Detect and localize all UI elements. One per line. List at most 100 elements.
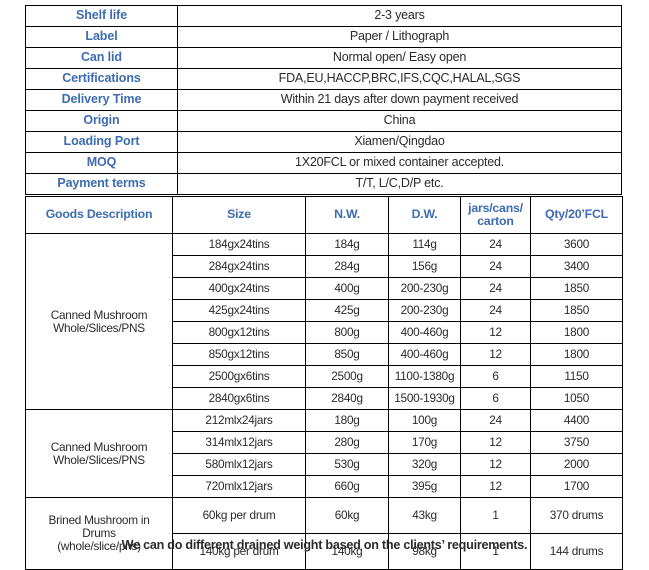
cell-nw: 280g: [305, 431, 389, 454]
cell-qty: 1150: [530, 365, 623, 388]
cell-size: 850gx12tins: [172, 343, 306, 366]
spec-value-loading-port: Xiamen/Qingdao: [177, 131, 622, 153]
cell-jars: 12: [460, 321, 531, 344]
cell-jars: 1: [460, 497, 531, 534]
table-row: Certifications FDA,EU,HACCP,BRC,IFS,CQC,…: [25, 68, 622, 90]
cell-qty: 1800: [530, 321, 623, 344]
cell-qty: 370 drums: [530, 497, 623, 534]
cell-dw: 43kg: [388, 497, 461, 534]
cell-nw: 425g: [305, 299, 389, 322]
cell-dw: 156g: [388, 255, 461, 278]
spec-key-payment-terms: Payment terms: [25, 173, 178, 195]
cell-dw: 400-460g: [388, 321, 461, 344]
table-row: MOQ 1X20FCL or mixed container accepted.: [25, 152, 622, 174]
table-row: Brined Mushroom in Drums (whole/slice/pn…: [25, 497, 623, 570]
cell-jars: 24: [460, 299, 531, 322]
cell-qty: 3750: [530, 431, 623, 454]
cell-dw: 100g: [388, 409, 461, 432]
cell-qty: 3400: [530, 255, 623, 278]
cell-size: 284gx24tins: [172, 255, 306, 278]
column-header-qty-20fcl: Qty/20’FCL: [530, 196, 623, 234]
cell-size: 314mlx12jars: [172, 431, 306, 454]
cell-jars: 24: [460, 409, 531, 432]
spec-value-delivery-time: Within 21 days after down payment receiv…: [177, 89, 622, 111]
spec-value-certifications: FDA,EU,HACCP,BRC,IFS,CQC,HALAL,SGS: [177, 68, 622, 90]
spec-key-can-lid: Can lid: [25, 47, 178, 69]
specifications-body: Shelf life 2-3 years Label Paper / Litho…: [25, 5, 622, 195]
cell-qty: 1850: [530, 277, 623, 300]
cell-jars: 24: [460, 277, 531, 300]
spec-value-can-lid: Normal open/ Easy open: [177, 47, 622, 69]
cell-qty: 1050: [530, 387, 623, 410]
column-header-goods-description: Goods Description: [25, 196, 173, 234]
cell-qty: 1800: [530, 343, 623, 366]
goods-table-body: Canned Mushroom Whole/Slices/PNS 184gx24…: [25, 233, 623, 570]
spec-key-certifications: Certifications: [25, 68, 178, 90]
table-row: Origin China: [25, 110, 622, 132]
cell-dw: 1100-1380g: [388, 365, 461, 388]
cell-nw: 2840g: [305, 387, 389, 410]
table-row: Canned Mushroom Whole/Slices/PNS 184gx24…: [25, 233, 623, 410]
cell-size: 184gx24tins: [172, 233, 306, 256]
cell-jars: 12: [460, 343, 531, 366]
cell-nw: 2500g: [305, 365, 389, 388]
table-row: Can lid Normal open/ Easy open: [25, 47, 622, 69]
spec-key-moq: MOQ: [25, 152, 178, 174]
spec-key-loading-port: Loading Port: [25, 131, 178, 153]
cell-jars: 24: [460, 255, 531, 278]
spec-key-delivery-time: Delivery Time: [25, 89, 178, 111]
cell-nw: 660g: [305, 475, 389, 498]
table-row: Canned Mushroom Whole/Slices/PNS 212mlx2…: [25, 409, 623, 498]
cell-qty: 1850: [530, 299, 623, 322]
cell-nw: 284g: [305, 255, 389, 278]
cell-dw: 400-460g: [388, 343, 461, 366]
footer-note: We can do different drained weight based…: [121, 538, 528, 552]
cell-dw: 114g: [388, 233, 461, 256]
cell-dw: 320g: [388, 453, 461, 476]
cell-size: 400gx24tins: [172, 277, 306, 300]
cell-nw: 530g: [305, 453, 389, 476]
cell-dw: 1500-1930g: [388, 387, 461, 410]
cell-qty: 1700: [530, 475, 623, 498]
cell-size: 580mlx12jars: [172, 453, 306, 476]
column-header-jars-line2: carton: [477, 214, 514, 228]
cell-nw: 60kg: [305, 497, 389, 534]
spec-key-label: Label: [25, 26, 178, 48]
cell-jars: 6: [460, 365, 531, 388]
specifications-table: Shelf life 2-3 years Label Paper / Litho…: [25, 5, 622, 195]
group-label-canned-mushroom-tins: Canned Mushroom Whole/Slices/PNS: [25, 233, 173, 410]
cell-size: 212mlx24jars: [172, 409, 306, 432]
spec-value-payment-terms: T/T, L/C,D/P etc.: [177, 173, 622, 195]
table-row: Loading Port Xiamen/Qingdao: [25, 131, 622, 153]
cell-jars: 12: [460, 431, 531, 454]
spec-key-shelf-life: Shelf life: [25, 5, 178, 27]
cell-jars: 12: [460, 475, 531, 498]
cell-jars: 12: [460, 453, 531, 476]
goods-description-table: Goods Description Size N.W. D.W. jars/ca…: [25, 196, 623, 570]
cell-size: 60kg per drum: [172, 497, 306, 534]
cell-qty: 3600: [530, 233, 623, 256]
group-label-line2: Whole/Slices/PNS: [53, 320, 145, 335]
cell-qty: 4400: [530, 409, 623, 432]
cell-dw: 395g: [388, 475, 461, 498]
goods-table-header: Goods Description Size N.W. D.W. jars/ca…: [25, 196, 623, 234]
cell-dw: 200-230g: [388, 299, 461, 322]
group-label-line2: Whole/Slices/PNS: [53, 452, 145, 467]
cell-size: 425gx24tins: [172, 299, 306, 322]
column-header-nw: N.W.: [305, 196, 389, 234]
column-header-jars-per-carton: jars/cans/ carton: [460, 196, 531, 234]
cell-nw: 800g: [305, 321, 389, 344]
table-row: Delivery Time Within 21 days after down …: [25, 89, 622, 111]
cell-nw: 400g: [305, 277, 389, 300]
cell-jars: 6: [460, 387, 531, 410]
group-label-canned-mushroom-jars: Canned Mushroom Whole/Slices/PNS: [25, 409, 173, 498]
cell-nw: 850g: [305, 343, 389, 366]
table-header-row: Goods Description Size N.W. D.W. jars/ca…: [25, 196, 623, 234]
cell-dw: 200-230g: [388, 277, 461, 300]
product-spec-sheet: Shelf life 2-3 years Label Paper / Litho…: [0, 0, 649, 570]
spec-value-moq: 1X20FCL or mixed container accepted.: [177, 152, 622, 174]
cell-dw: 170g: [388, 431, 461, 454]
cell-size: 800gx12tins: [172, 321, 306, 344]
column-header-size: Size: [172, 196, 306, 234]
cell-qty: 2000: [530, 453, 623, 476]
